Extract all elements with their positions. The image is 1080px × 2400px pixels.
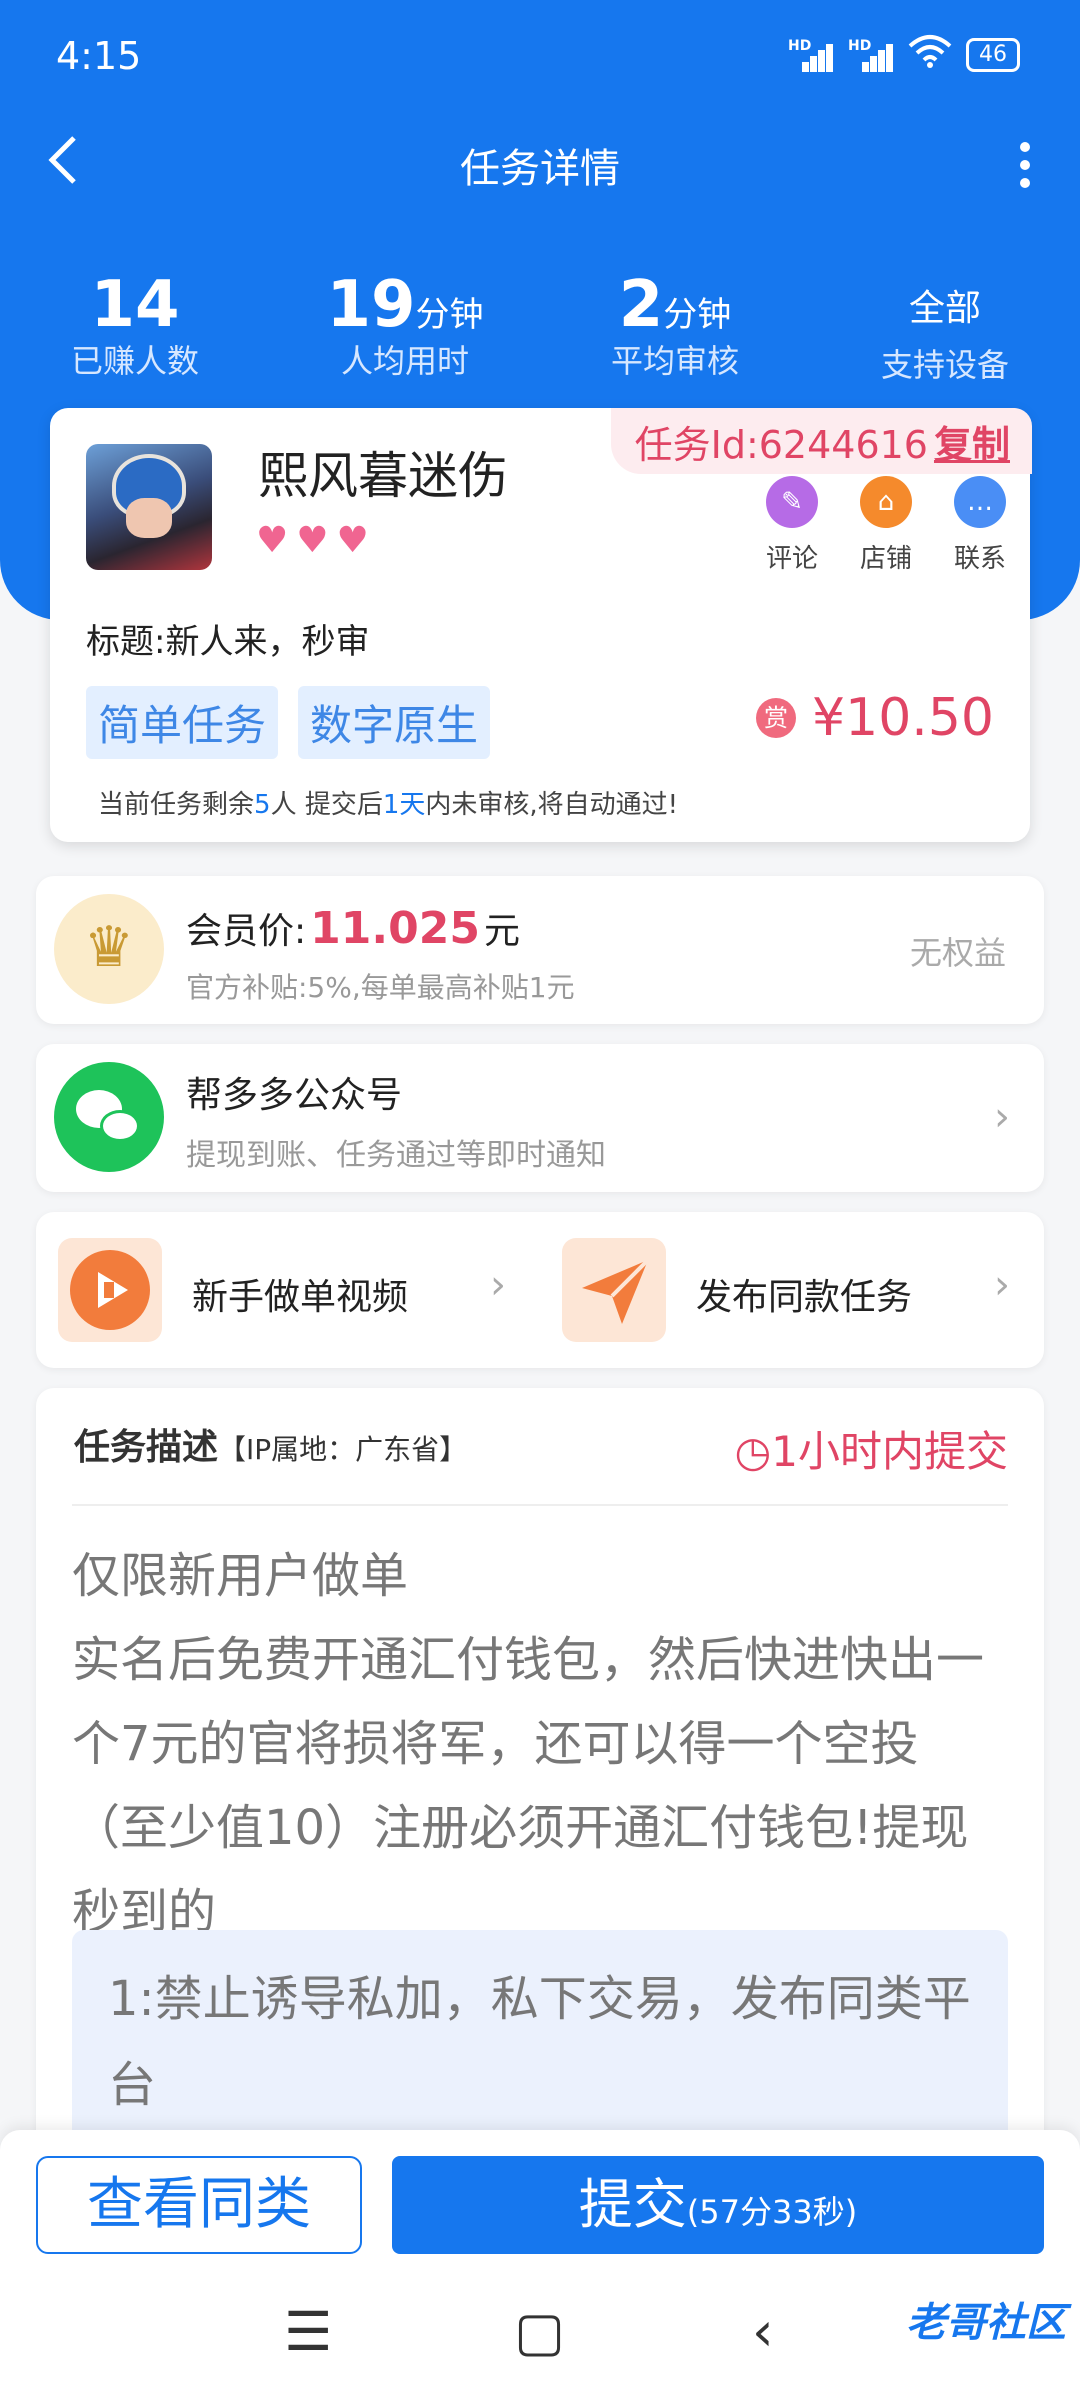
- chat-icon: …: [954, 476, 1006, 528]
- ip-location: 【IP属地：广东省】: [218, 1433, 468, 1466]
- signal-icon: HD: [788, 38, 834, 72]
- description-body: 仅限新用户做单 实名后免费开通汇付钱包，然后快进快出一个7元的官将损将军，还可以…: [72, 1548, 985, 1940]
- more-menu-button[interactable]: [1000, 130, 1050, 200]
- send-plane-icon: [562, 1238, 666, 1342]
- watermark-logo: 老哥社区: [906, 2300, 1066, 2346]
- submit-deadline: ◷1小时内提交: [734, 1427, 1008, 1476]
- clock-icon: ◷: [734, 1427, 772, 1476]
- chevron-right-icon: ›: [994, 1262, 1010, 1308]
- task-note: 当前任务剩余5人 提交后1天内未审核,将自动通过!: [98, 790, 679, 820]
- stat-avg-review: 2分钟 平均审核: [610, 268, 739, 380]
- task-price: ¥10.50: [812, 688, 994, 748]
- wechat-official-account-card[interactable]: 帮多多公众号 提现到账、任务通过等即时通知 ›: [36, 1044, 1044, 1192]
- task-card: 熙风暮迷伤 ♥♥♥ 任务Id:6244616 复制 ✎ 评论 ⌂ 店铺 … 联系 …: [50, 408, 1032, 842]
- task-actions: ✎ 评论 ⌂ 店铺 … 联系: [762, 476, 1010, 575]
- copy-id-link[interactable]: 复制: [934, 423, 1010, 467]
- countdown: (57分33秒): [686, 2193, 858, 2231]
- submit-button[interactable]: 提交(57分33秒): [392, 2156, 1044, 2254]
- member-price-card[interactable]: ♛ 会员价:11.025 元 官方补贴:5%,每单最高补贴1元 无权益: [36, 876, 1044, 1024]
- member-price: 11.025: [310, 903, 480, 954]
- beginner-video-link[interactable]: 新手做单视频 ›: [36, 1212, 540, 1368]
- quick-links-card: 新手做单视频 › 发布同款任务 ›: [36, 1212, 1044, 1368]
- signal-icon: HD: [848, 38, 894, 72]
- task-tags: 简单任务 数字原生: [86, 686, 491, 759]
- task-publisher-name: 熙风暮迷伤: [258, 447, 508, 505]
- task-id-badge: 任务Id:6244616 复制: [610, 408, 1032, 474]
- page-title: 任务详情: [460, 146, 620, 192]
- avatar[interactable]: [86, 444, 212, 570]
- stat-avg-time: 19分钟 人均用时: [326, 268, 484, 380]
- play-video-icon: [58, 1238, 162, 1342]
- wechat-subtitle: 提现到账、任务通过等即时通知: [186, 1138, 606, 1173]
- shop-icon: ⌂: [860, 476, 912, 528]
- member-status: 无权益: [909, 934, 1006, 972]
- chevron-right-icon: ›: [490, 1262, 506, 1308]
- stat-devices: 全部 支持设备: [880, 288, 1009, 384]
- rating-hearts: ♥♥♥: [256, 520, 377, 561]
- wechat-title: 帮多多公众号: [186, 1075, 403, 1116]
- battery-icon: 46: [966, 37, 1020, 72]
- publish-similar-task-link[interactable]: 发布同款任务 ›: [540, 1212, 1044, 1368]
- wifi-icon: [908, 34, 952, 75]
- comment-button[interactable]: ✎ 评论: [762, 476, 822, 575]
- shop-button[interactable]: ⌂ 店铺: [856, 476, 916, 575]
- task-title: 标题:新人来，秒审: [86, 622, 370, 662]
- navigation-bar: 任务详情: [0, 120, 1080, 210]
- menu-icon[interactable]: ☰: [284, 2300, 332, 2363]
- task-reward: 赏 ¥10.50: [756, 688, 994, 748]
- tag-simple: 简单任务: [86, 686, 279, 759]
- bottom-action-bar: 查看同类 提交(57分33秒): [0, 2130, 1080, 2272]
- stats-row: 14 已赚人数 19分钟 人均用时 2分钟 平均审核 全部 支持设备: [0, 270, 1080, 386]
- wechat-icon: [54, 1062, 164, 1172]
- home-icon[interactable]: ▢: [514, 2300, 565, 2363]
- status-time: 4:15: [56, 34, 142, 78]
- description-heading: 任务描述: [74, 1427, 219, 1468]
- view-similar-button[interactable]: 查看同类: [36, 2156, 362, 2254]
- tag-digital: 数字原生: [298, 686, 491, 759]
- divider: [72, 1504, 1008, 1506]
- member-subsidy: 官方补贴:5%,每单最高补贴1元: [186, 971, 575, 1004]
- stat-earned: 14 已赚人数: [70, 268, 199, 380]
- back-icon[interactable]: ‹: [752, 2300, 774, 2363]
- comment-icon: ✎: [766, 476, 818, 528]
- contact-button[interactable]: … 联系: [950, 476, 1010, 575]
- crown-icon: ♛: [54, 894, 164, 1004]
- reward-badge-icon: 赏: [756, 698, 797, 738]
- status-bar: 4:15 HD HD 46: [0, 0, 1080, 110]
- chevron-right-icon: ›: [994, 1094, 1010, 1140]
